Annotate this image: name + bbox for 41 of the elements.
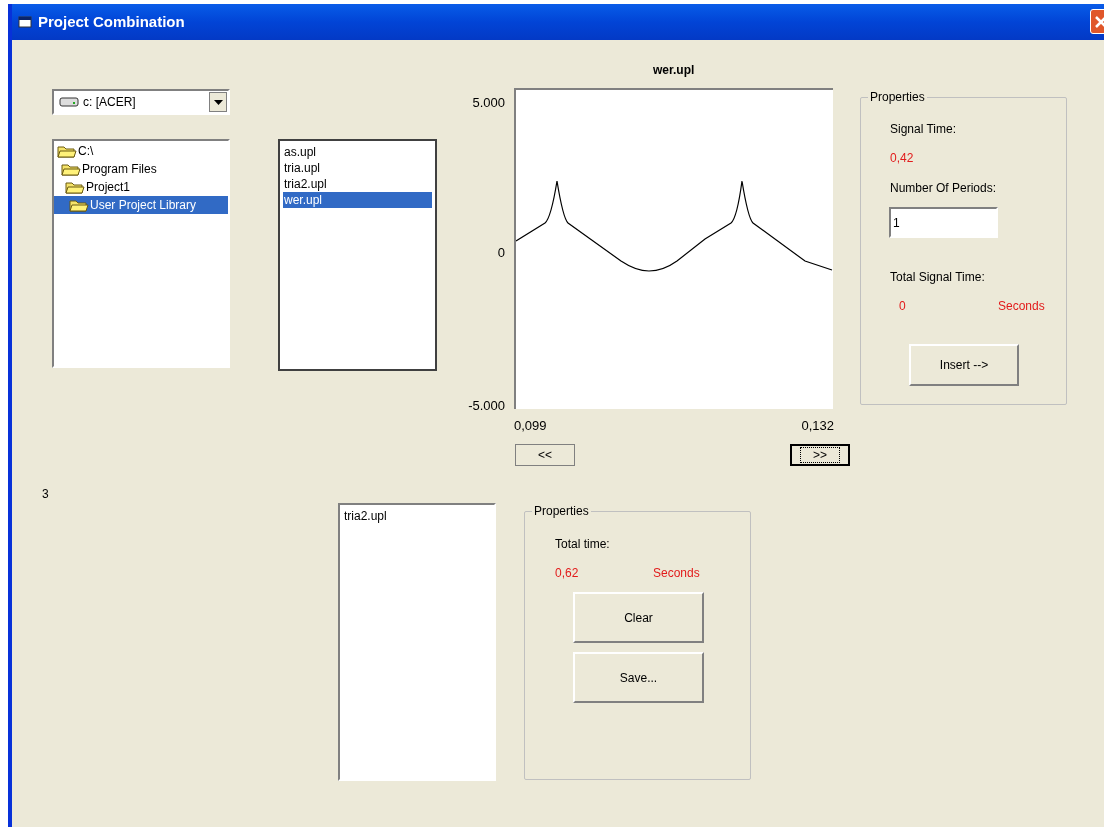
folder-item[interactable]: C:\ <box>54 142 228 160</box>
close-icon <box>1095 15 1104 28</box>
value-text: 0,62 <box>555 565 579 582</box>
value-text: 0 <box>899 298 906 315</box>
folder-icon <box>69 198 89 212</box>
file-item[interactable]: tria.upl <box>283 160 432 176</box>
file-item[interactable]: as.upl <box>283 144 432 160</box>
drive-icon <box>59 97 79 107</box>
field-label: Total Signal Time: <box>890 269 985 286</box>
value-text: 0,42 <box>890 150 914 167</box>
app-icon <box>18 16 32 28</box>
folder-icon <box>57 144 77 158</box>
count-text: 3 <box>42 486 49 503</box>
unit-text: Seconds <box>653 565 700 582</box>
folder-item[interactable]: Project1 <box>54 178 228 196</box>
field-label: Number Of Periods: <box>890 180 997 197</box>
folder-item[interactable]: Program Files <box>54 160 228 178</box>
axis-label: -5.000 <box>467 397 505 415</box>
file-item[interactable]: tria2.upl <box>343 508 491 524</box>
plot-title: wer.upl <box>653 62 695 79</box>
drive-value: c: [ACER] <box>83 94 137 111</box>
folder-item[interactable]: User Project Library <box>54 196 228 214</box>
axis-label: 0,132 <box>800 417 834 435</box>
drive-dropdown[interactable]: c: [ACER] <box>52 89 230 115</box>
folder-icon <box>65 180 85 194</box>
action-button[interactable]: Insert --> <box>909 344 1019 386</box>
folder-icon <box>61 162 81 176</box>
periods-field[interactable]: 1 <box>889 207 998 238</box>
field-label: Total time: <box>555 536 610 553</box>
file-item[interactable]: wer.upl <box>283 192 432 208</box>
field-label: Signal Time: <box>890 121 957 138</box>
scroll-button[interactable]: << <box>515 444 575 466</box>
unit-text: Seconds <box>998 298 1045 315</box>
window-title: Project Combination <box>38 11 185 32</box>
scroll-button[interactable]: >> <box>790 444 850 466</box>
axis-label: 5.000 <box>471 94 505 112</box>
axis-label: 0 <box>496 244 505 262</box>
axis-label: 0,099 <box>514 417 548 435</box>
action-button[interactable]: Save... <box>573 652 704 703</box>
action-button[interactable]: Clear <box>573 592 704 643</box>
file-item[interactable]: tria2.upl <box>283 176 432 192</box>
